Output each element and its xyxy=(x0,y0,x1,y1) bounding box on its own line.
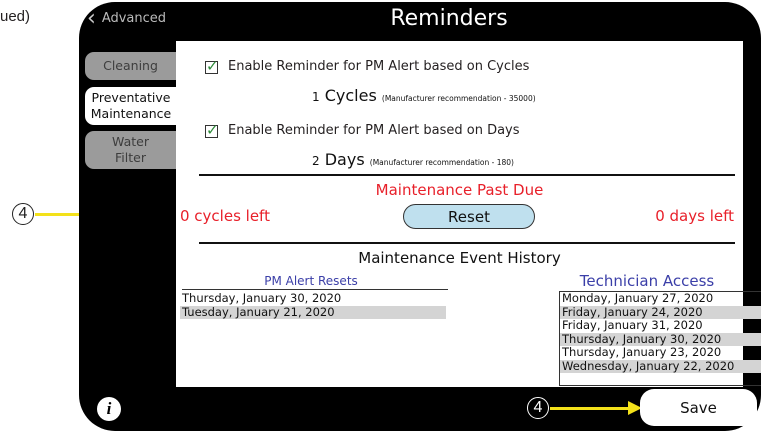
cycles-recommendation: (Manufacturer recommendation - 35000) xyxy=(381,94,536,103)
days-recommendation: (Manufacturer recommendation - 180) xyxy=(369,158,514,167)
list-item: Tuesday, January 21, 2020 xyxy=(180,305,446,319)
save-button[interactable]: Save xyxy=(640,389,757,426)
checkmark-icon: ✓ xyxy=(206,57,219,75)
days-unit: Days xyxy=(324,150,365,169)
pm-alert-resets-header: PM Alert Resets xyxy=(264,274,358,288)
device-screen: ‹ Advanced Reminders Cleaning Preventati… xyxy=(79,2,761,431)
past-due-heading: Maintenance Past Due xyxy=(375,181,544,199)
cycles-unit: Cycles xyxy=(324,86,377,105)
technician-access-list[interactable]: Monday, January 27, 2020 Friday, January… xyxy=(559,291,761,386)
list-item: Friday, January 31, 2020 xyxy=(562,319,703,332)
days-reminder-label: Enable Reminder for PM Alert based on Da… xyxy=(228,123,520,138)
list-item: Thursday, January 23, 2020 xyxy=(562,346,722,359)
cycles-reminder-checkbox[interactable]: ✓ xyxy=(205,57,219,75)
column-underline xyxy=(182,289,448,290)
cycles-reminder-label: Enable Reminder for PM Alert based on Cy… xyxy=(228,59,530,74)
reset-button[interactable]: Reset xyxy=(403,204,535,229)
tab-preventative-maintenance[interactable]: Preventative Maintenance xyxy=(85,87,177,125)
tab-cleaning[interactable]: Cleaning xyxy=(85,52,176,80)
page-fragment-text: ued) xyxy=(0,8,31,25)
back-label: Advanced xyxy=(101,11,167,26)
cycles-value-row[interactable]: 1 Cycles (Manufacturer recommendation - … xyxy=(312,86,536,105)
divider xyxy=(199,242,735,244)
info-icon[interactable]: i xyxy=(97,397,121,421)
history-title: Maintenance Event History xyxy=(358,249,561,267)
days-reminder-checkbox[interactable]: ✓ xyxy=(205,121,219,139)
page-title: Reminders xyxy=(390,6,508,31)
tab-water-filter[interactable]: Water Filter xyxy=(85,131,176,169)
days-value[interactable]: 2 xyxy=(312,154,320,168)
list-item: Monday, January 27, 2020 xyxy=(562,292,714,305)
cycles-value[interactable]: 1 xyxy=(312,90,320,104)
list-item: Thursday, January 30, 2020 xyxy=(182,292,342,305)
technician-access-header: Technician Access xyxy=(579,272,715,290)
callout-marker: 4 xyxy=(12,203,34,225)
checkmark-icon: ✓ xyxy=(206,121,219,139)
days-left-status: 0 days left xyxy=(655,207,734,225)
chevron-left-icon: ‹ xyxy=(87,5,96,31)
list-item: Wednesday, January 22, 2020 xyxy=(560,359,761,373)
back-button[interactable]: ‹ Advanced xyxy=(87,5,167,31)
list-item: Thursday, January 30, 2020 xyxy=(560,332,761,346)
pm-alert-resets-list[interactable]: Thursday, January 30, 2020 Tuesday, Janu… xyxy=(180,292,446,319)
reminders-panel: ✓ Enable Reminder for PM Alert based on … xyxy=(176,41,761,387)
divider xyxy=(199,174,735,176)
callout-arrow xyxy=(550,407,630,410)
list-item: Friday, January 24, 2020 xyxy=(560,305,761,319)
days-value-row[interactable]: 2 Days (Manufacturer recommendation - 18… xyxy=(312,150,514,169)
cycles-left-status: 0 cycles left xyxy=(180,207,270,225)
callout-marker: 4 xyxy=(527,397,549,419)
